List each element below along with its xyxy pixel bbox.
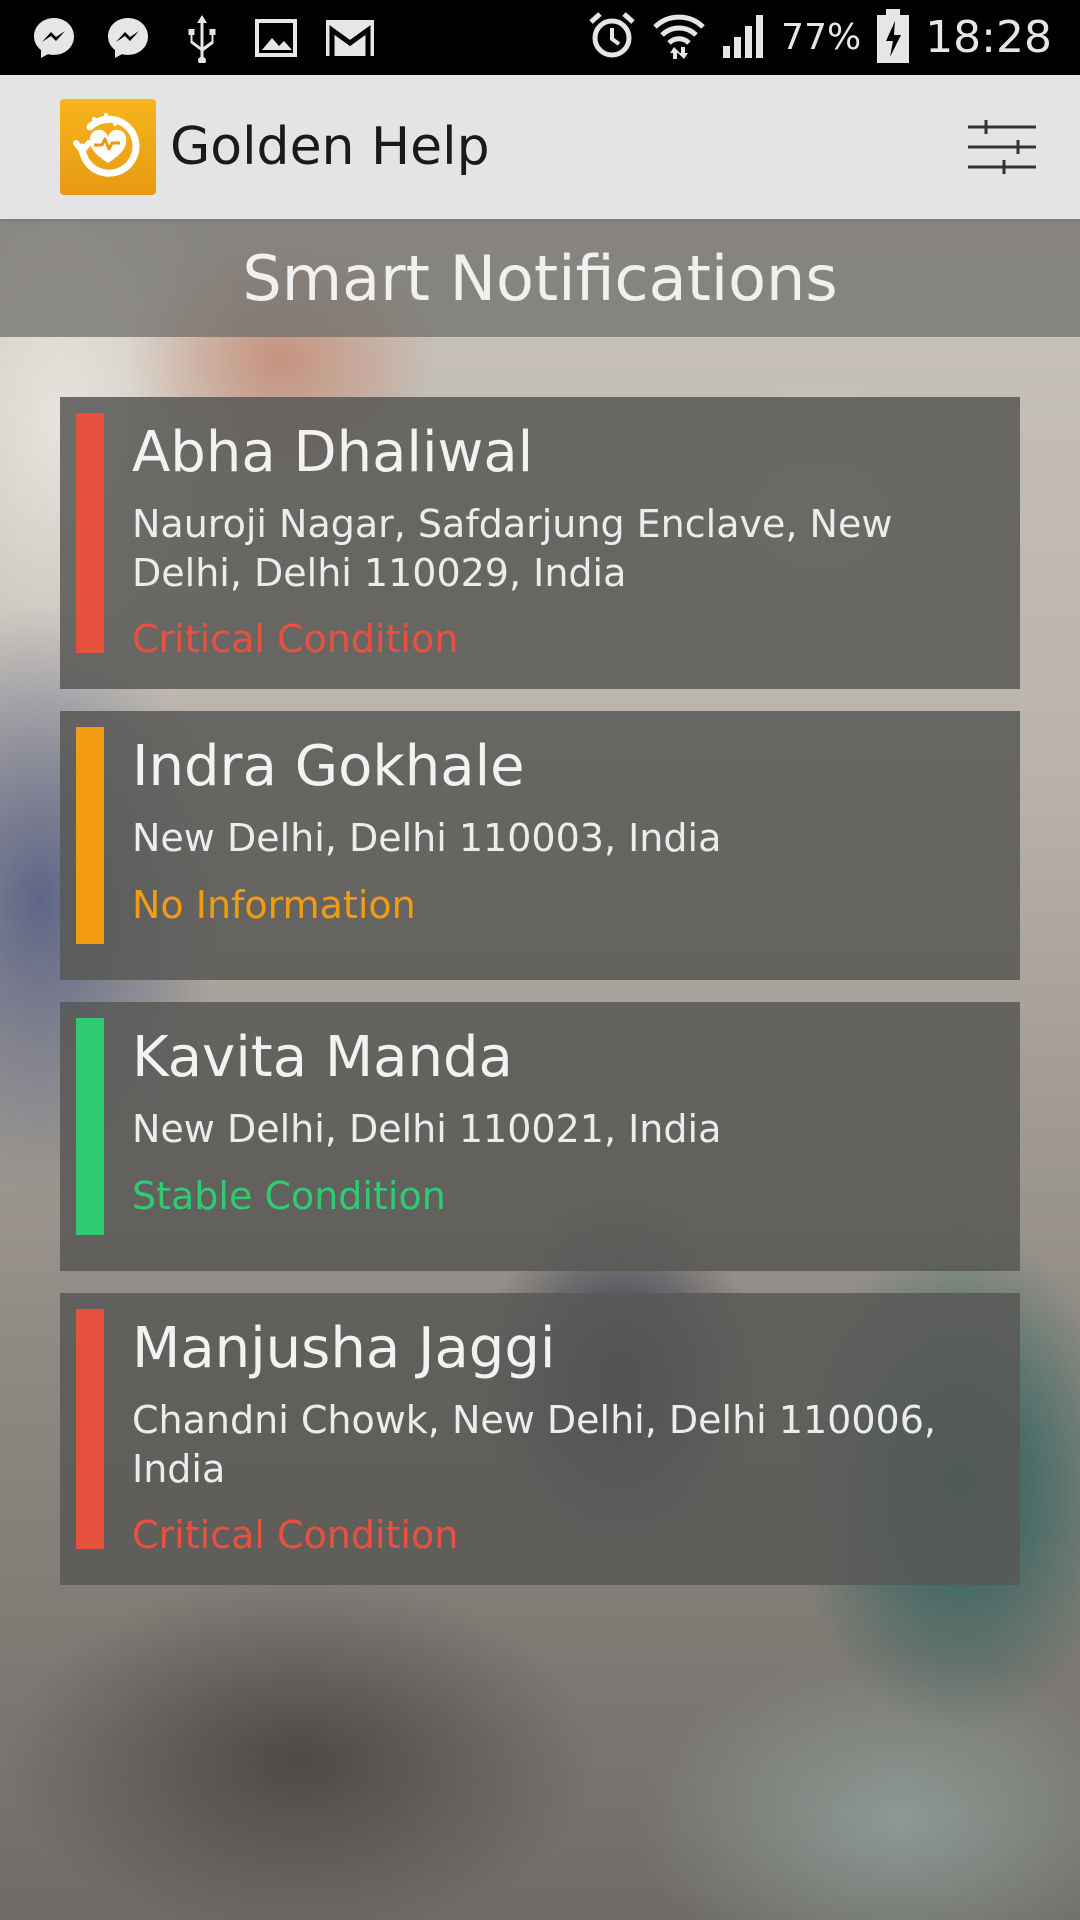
status-color-bar: [76, 413, 104, 653]
patient-address: New Delhi, Delhi 110003, India: [132, 816, 722, 861]
patient-name: Manjusha Jaggi: [132, 1316, 556, 1381]
patient-name: Indra Gokhale: [132, 734, 525, 799]
clock: 18:28: [925, 12, 1052, 63]
patient-status: Critical Condition: [132, 617, 459, 662]
app-title: Golden Help: [170, 117, 490, 177]
usb-icon: [176, 12, 228, 64]
status-bar: 77% 18:28: [0, 0, 1080, 75]
signal-icon: [721, 12, 767, 64]
messenger-icon: [28, 12, 80, 64]
patient-name: Kavita Manda: [132, 1025, 513, 1090]
alarm-icon: [587, 10, 637, 66]
wifi-icon: [651, 11, 707, 65]
notification-card[interactable]: Indra Gokhale New Delhi, Delhi 110003, I…: [60, 711, 1020, 980]
app-logo: [60, 99, 156, 195]
patient-address: Nauroji Nagar, Safdarjung Enclave, New D…: [132, 502, 893, 595]
section-title: Smart Notifications: [242, 241, 838, 315]
sliders-icon: [964, 120, 1040, 181]
patient-status: Stable Condition: [132, 1173, 446, 1218]
notification-list: Abha Dhaliwal Nauroji Nagar, Safdarjung …: [60, 397, 1020, 1607]
notification-card[interactable]: Abha Dhaliwal Nauroji Nagar, Safdarjung …: [60, 397, 1020, 689]
battery-percent: 77%: [781, 17, 862, 58]
filter-button[interactable]: [964, 117, 1040, 177]
notification-card[interactable]: Kavita Manda New Delhi, Delhi 110021, In…: [60, 1002, 1020, 1271]
patient-status: No Information: [132, 882, 416, 927]
gmail-icon: [324, 12, 376, 64]
patient-status: Critical Condition: [132, 1513, 459, 1558]
status-color-bar: [76, 1018, 104, 1235]
patient-name: Abha Dhaliwal: [132, 420, 534, 485]
status-color-bar: [76, 1309, 104, 1549]
battery-charging-icon: [875, 7, 911, 69]
image-icon: [250, 12, 302, 64]
messenger-icon: [102, 12, 154, 64]
app-bar: Golden Help: [0, 75, 1080, 219]
notification-card[interactable]: Manjusha Jaggi Chandni Chowk, New Delhi,…: [60, 1293, 1020, 1585]
heart-pulse-icon: [66, 103, 150, 191]
section-header: Smart Notifications: [0, 219, 1080, 337]
patient-address: Chandni Chowk, New Delhi, Delhi 110006, …: [132, 1398, 936, 1491]
patient-address: New Delhi, Delhi 110021, India: [132, 1107, 722, 1152]
status-color-bar: [76, 727, 104, 944]
